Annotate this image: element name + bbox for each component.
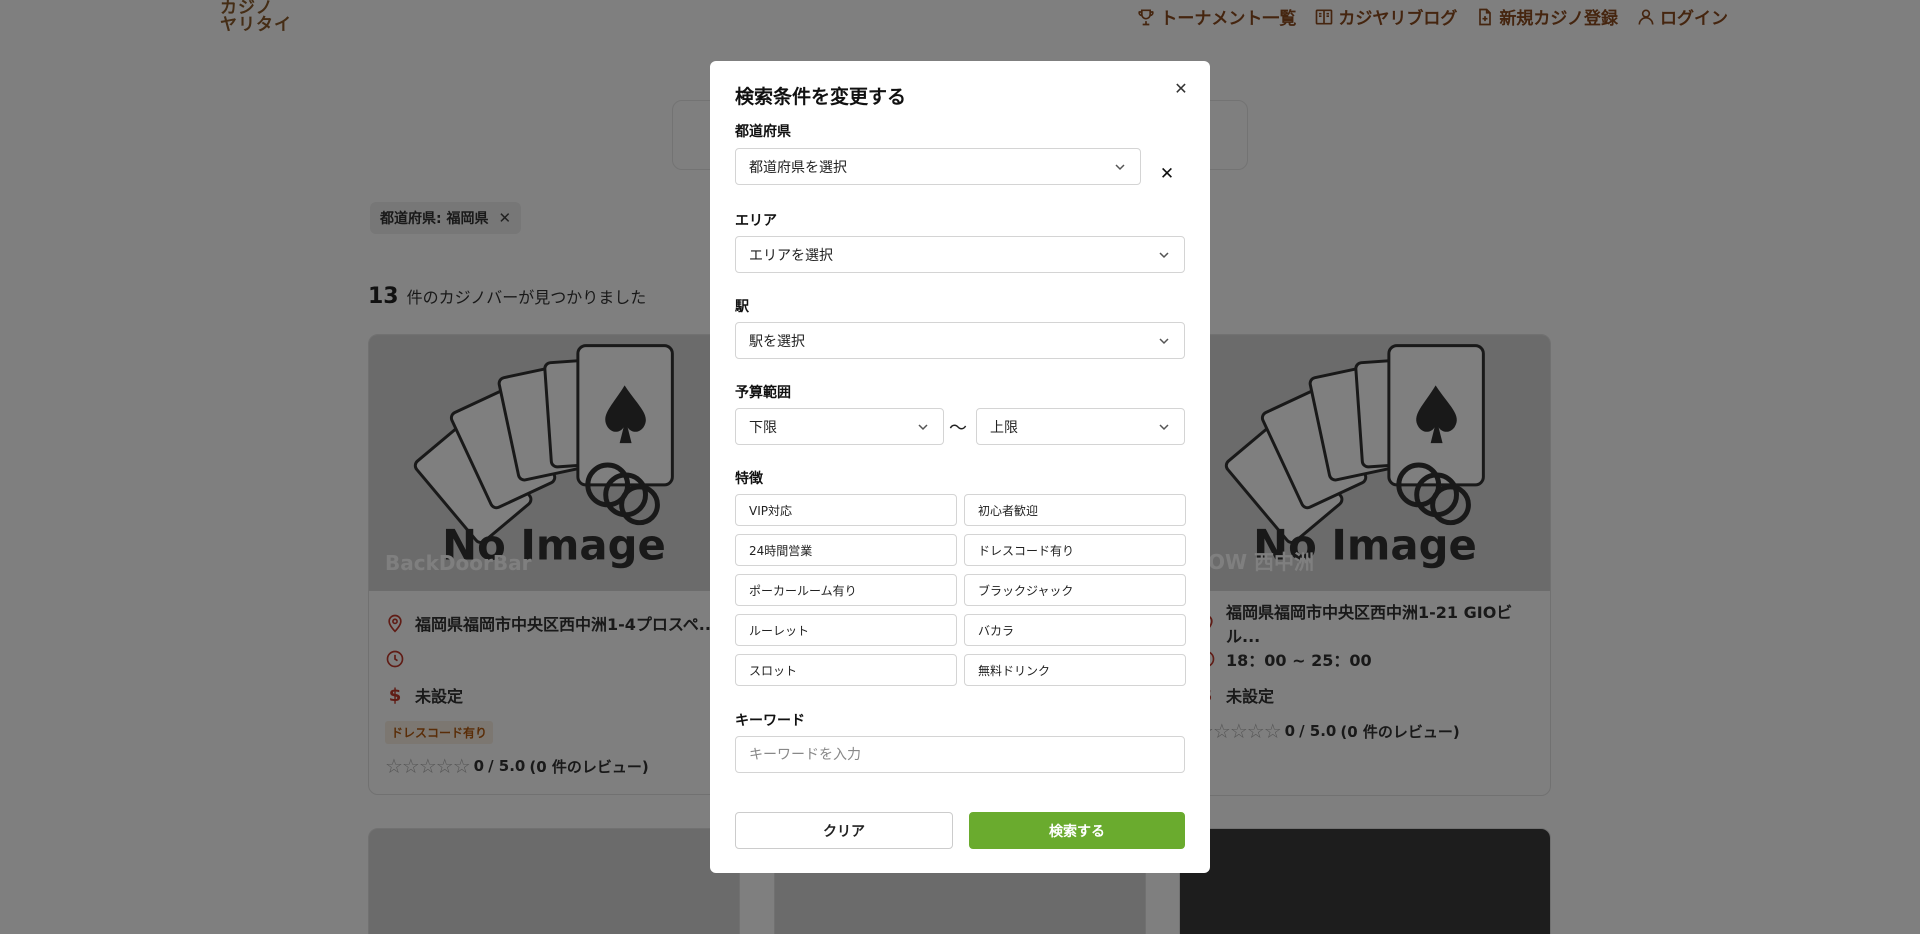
chevron-down-icon bbox=[1159, 251, 1169, 258]
budget-min-select[interactable]: 下限 bbox=[735, 408, 944, 445]
features-label: 特徴 bbox=[735, 471, 763, 487]
keyword-label: キーワード bbox=[735, 713, 805, 729]
budget-separator: 〜 bbox=[949, 418, 967, 439]
prefecture-select[interactable]: 都道府県を選択 bbox=[735, 148, 1141, 185]
feature-option[interactable]: VIP対応 bbox=[735, 494, 957, 526]
clear-prefecture-icon[interactable]: ✕ bbox=[1152, 159, 1182, 189]
chevron-down-icon bbox=[1159, 423, 1169, 430]
feature-option[interactable]: ポーカールーム有り bbox=[735, 574, 957, 606]
station-select-value: 駅を選択 bbox=[749, 333, 805, 350]
feature-option[interactable]: ブラックジャック bbox=[964, 574, 1186, 606]
feature-option[interactable]: ルーレット bbox=[735, 614, 957, 646]
search-conditions-modal: ✕ 検索条件を変更する 都道府県 都道府県を選択 ✕ エリア エリアを選択 駅 … bbox=[710, 61, 1210, 873]
chevron-down-icon bbox=[1115, 163, 1125, 170]
budget-max-select[interactable]: 上限 bbox=[976, 408, 1185, 445]
chevron-down-icon bbox=[1159, 337, 1169, 344]
feature-option[interactable]: スロット bbox=[735, 654, 957, 686]
prefecture-label: 都道府県 bbox=[735, 124, 791, 140]
station-label: 駅 bbox=[735, 299, 749, 315]
area-label: エリア bbox=[735, 213, 777, 229]
prefecture-select-value: 都道府県を選択 bbox=[749, 159, 847, 176]
area-select-value: エリアを選択 bbox=[749, 247, 833, 264]
feature-option[interactable]: 初心者歓迎 bbox=[964, 494, 1186, 526]
station-select[interactable]: 駅を選択 bbox=[735, 322, 1185, 359]
budget-max-value: 上限 bbox=[990, 419, 1018, 436]
close-icon[interactable]: ✕ bbox=[1170, 77, 1192, 99]
area-select[interactable]: エリアを選択 bbox=[735, 236, 1185, 273]
chevron-down-icon bbox=[918, 423, 928, 430]
keyword-input[interactable] bbox=[735, 736, 1185, 773]
clear-button[interactable]: クリア bbox=[735, 812, 953, 849]
feature-option[interactable]: 無料ドリンク bbox=[964, 654, 1186, 686]
feature-option[interactable]: 24時間営業 bbox=[735, 534, 957, 566]
budget-min-value: 下限 bbox=[749, 419, 777, 436]
feature-option[interactable]: ドレスコード有り bbox=[964, 534, 1186, 566]
budget-label: 予算範囲 bbox=[735, 385, 791, 401]
search-button[interactable]: 検索する bbox=[969, 812, 1185, 849]
feature-option[interactable]: バカラ bbox=[964, 614, 1186, 646]
modal-title: 検索条件を変更する bbox=[735, 86, 907, 108]
